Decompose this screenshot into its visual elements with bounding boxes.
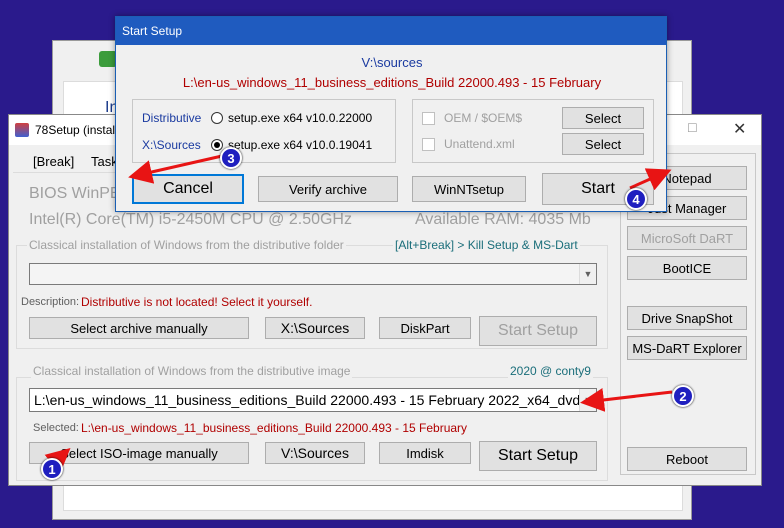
badge-4: 4 [625,188,647,210]
badge-3: 3 [220,147,242,169]
arrow-3 [128,154,223,184]
badge-2: 2 [672,385,694,407]
arrow-4 [629,168,672,191]
arrow-2 [580,388,673,412]
annotation-arrows [44,154,673,473]
badge-1: 1 [41,458,63,480]
